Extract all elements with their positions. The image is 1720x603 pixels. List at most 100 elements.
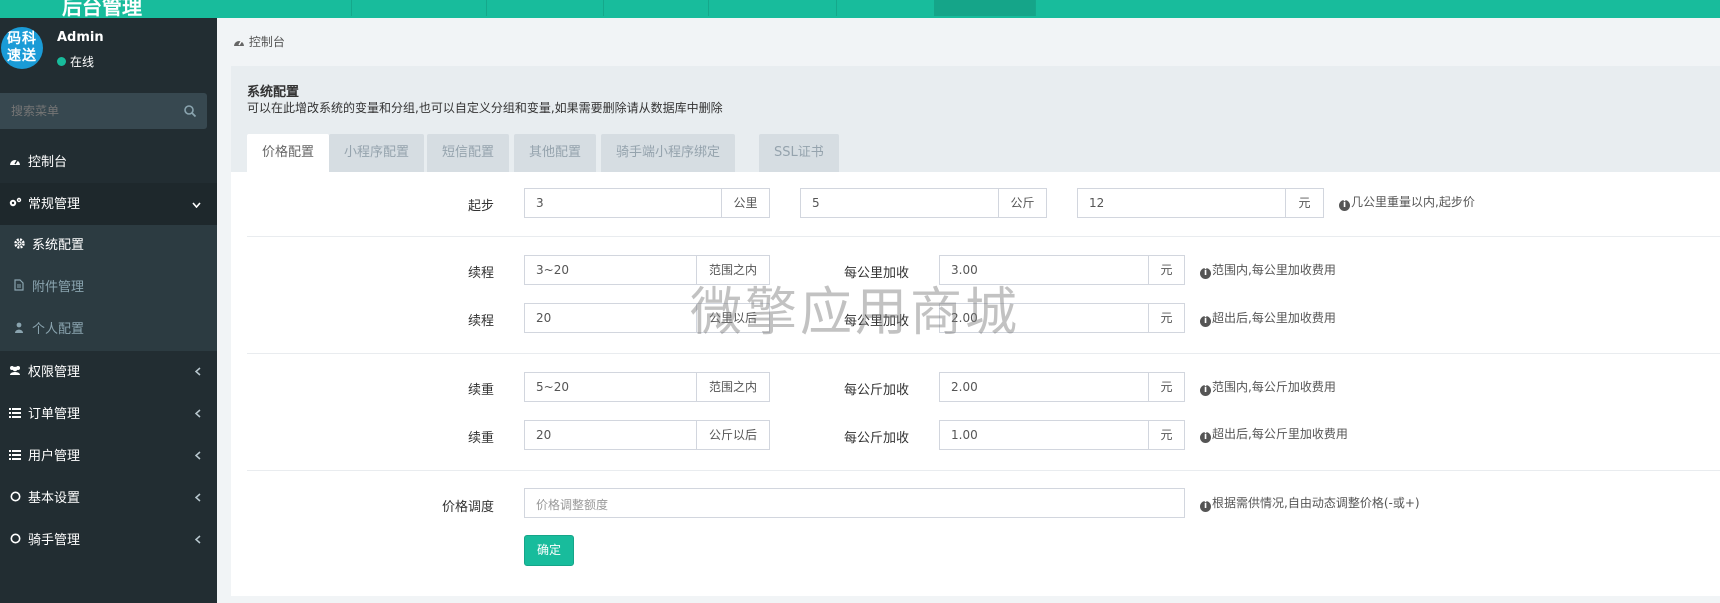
- chevron-left-icon: [194, 519, 201, 561]
- weight-over-fee-input[interactable]: 1.00: [939, 420, 1149, 450]
- sidebar-item-permissions[interactable]: 权限管理: [0, 351, 217, 393]
- sidebar-item-label: 基本设置: [28, 491, 81, 506]
- search-icon[interactable]: [183, 104, 197, 118]
- username: Admin: [57, 30, 104, 45]
- adjust-label: 价格调度: [441, 500, 494, 515]
- info-icon: i: [1200, 385, 1211, 396]
- user-status: 在线: [57, 53, 94, 70]
- menu-search-input[interactable]: [0, 93, 175, 129]
- sidebar-search: [0, 93, 207, 129]
- sidebar-menu: 控制台 常规管理 系统配置 附件管理 个人配置 权限管理 订单管理 用户管理 基…: [0, 141, 217, 561]
- distance-range-hint-text: 范围内,每公里加收费用: [1212, 263, 1336, 277]
- top-nav-tab[interactable]: [709, 0, 837, 16]
- start-hint-text: 几公里重量以内,起步价: [1351, 195, 1475, 209]
- tab-price[interactable]: 价格配置: [247, 134, 330, 172]
- weight-range-hint: i 范围内,每公斤加收费用: [1200, 378, 1336, 396]
- weight-range-fee-unit: 元: [1148, 372, 1185, 402]
- tab-ssl[interactable]: SSL证书: [759, 134, 839, 172]
- gear-icon: [12, 225, 26, 267]
- sidebar-item-label: 订单管理: [28, 407, 81, 422]
- start-distance-unit: 公里: [721, 188, 770, 218]
- file-icon: [12, 267, 26, 309]
- price-adjust-input[interactable]: 价格调整额度: [524, 488, 1185, 518]
- start-weight-input[interactable]: 5: [800, 188, 999, 218]
- tab-other[interactable]: 其他配置: [514, 134, 597, 172]
- top-nav-tab-active[interactable]: [934, 0, 1036, 16]
- group-icon: [8, 351, 22, 393]
- sidebar-item-riders[interactable]: 骑手管理: [0, 519, 217, 561]
- distance-over-hint-text: 超出后,每公里加收费用: [1212, 311, 1336, 325]
- start-hint: i 几公里重量以内,起步价: [1339, 193, 1475, 211]
- start-distance-value: 3: [536, 196, 544, 210]
- sidebar-item-basic-settings[interactable]: 基本设置: [0, 477, 217, 519]
- dashboard-icon: [234, 40, 244, 46]
- page-description: 可以在此增改系统的变量和分组,也可以自定义分组和变量,如果需要删除请从数据库中删…: [247, 101, 723, 115]
- weight-range-hint-text: 范围内,每公斤加收费用: [1212, 380, 1336, 394]
- start-label: 起步: [467, 199, 494, 214]
- chevron-left-icon: [194, 351, 201, 393]
- page-title: 系统配置: [247, 85, 300, 100]
- top-nav-bar: [217, 0, 1720, 18]
- top-nav-tab[interactable]: [604, 0, 709, 16]
- tab-rider-binding[interactable]: 骑手端小程序绑定: [601, 134, 736, 172]
- sidebar-item-users[interactable]: 用户管理: [0, 435, 217, 477]
- distance-over-input[interactable]: 20: [524, 303, 697, 333]
- submit-button[interactable]: 确定: [524, 535, 574, 566]
- top-nav-tab[interactable]: [352, 0, 487, 16]
- sidebar-item-label: 控制台: [28, 155, 68, 170]
- watermark: 微擎应用商城: [690, 283, 1021, 343]
- sidebar-item-label: 个人配置: [32, 322, 85, 337]
- start-weight-value: 5: [812, 196, 820, 210]
- start-price-input[interactable]: 12: [1077, 188, 1286, 218]
- online-status-icon: [57, 57, 66, 66]
- distance-range-value: 3~20: [536, 263, 569, 277]
- sidebar-item-attachments[interactable]: 附件管理: [0, 267, 217, 309]
- circle-icon: [8, 477, 22, 519]
- weight-over-unit: 公斤以后: [696, 420, 770, 450]
- divider: [247, 470, 1720, 471]
- distance-over-fee-unit: 元: [1148, 303, 1185, 333]
- top-nav-tab[interactable]: [487, 0, 604, 16]
- dashboard-icon: [8, 141, 22, 183]
- weight-over-hint-text: 超出后,每公斤里加收费用: [1212, 427, 1348, 441]
- user-status-label: 在线: [70, 55, 95, 69]
- sidebar-item-label: 系统配置: [32, 238, 85, 253]
- sidebar: 码科 速送 Admin 在线 控制台 常规管理: [0, 18, 217, 603]
- list-icon: [8, 435, 22, 477]
- distance-range-input[interactable]: 3~20: [524, 255, 697, 285]
- chevron-down-icon: [192, 183, 201, 225]
- sidebar-item-system-config[interactable]: 系统配置: [0, 225, 217, 267]
- weight-range-unit: 范围之内: [696, 372, 770, 402]
- sidebar-item-general[interactable]: 常规管理: [0, 183, 217, 225]
- tab-miniprogram[interactable]: 小程序配置: [329, 134, 425, 172]
- price-adjust-placeholder: 价格调整额度: [536, 498, 609, 512]
- adjust-hint-text: 根据需供情况,自由动态调整价格(-或+): [1212, 496, 1420, 510]
- start-price-unit: 元: [1285, 188, 1324, 218]
- weight-over-fee-label: 每公斤加收: [843, 431, 909, 446]
- start-distance-input[interactable]: 3: [524, 188, 722, 218]
- distance-over-value: 20: [536, 311, 552, 325]
- sidebar-item-label: 权限管理: [28, 365, 81, 380]
- sidebar-item-profile[interactable]: 个人配置: [0, 309, 217, 351]
- brand-title: 后台管理: [62, 0, 142, 19]
- sidebar-item-dashboard[interactable]: 控制台: [0, 141, 217, 183]
- chevron-left-icon: [194, 393, 201, 435]
- sidebar-item-label: 用户管理: [28, 449, 81, 464]
- sidebar-item-orders[interactable]: 订单管理: [0, 393, 217, 435]
- panel-header: 系统配置 可以在此增改系统的变量和分组,也可以自定义分组和变量,如果需要删除请从…: [231, 66, 1720, 172]
- weight-range-input[interactable]: 5~20: [524, 372, 697, 402]
- weight-over-input[interactable]: 20: [524, 420, 697, 450]
- weight-range-fee-input[interactable]: 2.00: [939, 372, 1149, 402]
- chevron-left-icon: [194, 435, 201, 477]
- breadcrumb-label: 控制台: [248, 35, 285, 49]
- tab-sms[interactable]: 短信配置: [427, 134, 510, 172]
- user-icon: [12, 309, 26, 351]
- top-nav-tab[interactable]: [217, 0, 352, 16]
- user-panel: 码科 速送 Admin 在线: [0, 18, 217, 78]
- info-icon: i: [1200, 432, 1211, 443]
- brand-bar: 后台管理: [0, 0, 217, 19]
- sidebar-item-label: 常规管理: [28, 197, 81, 212]
- weight-over-hint: i 超出后,每公斤里加收费用: [1200, 425, 1348, 443]
- breadcrumb[interactable]: 控制台: [233, 33, 285, 50]
- sidebar-item-label: 骑手管理: [28, 533, 81, 548]
